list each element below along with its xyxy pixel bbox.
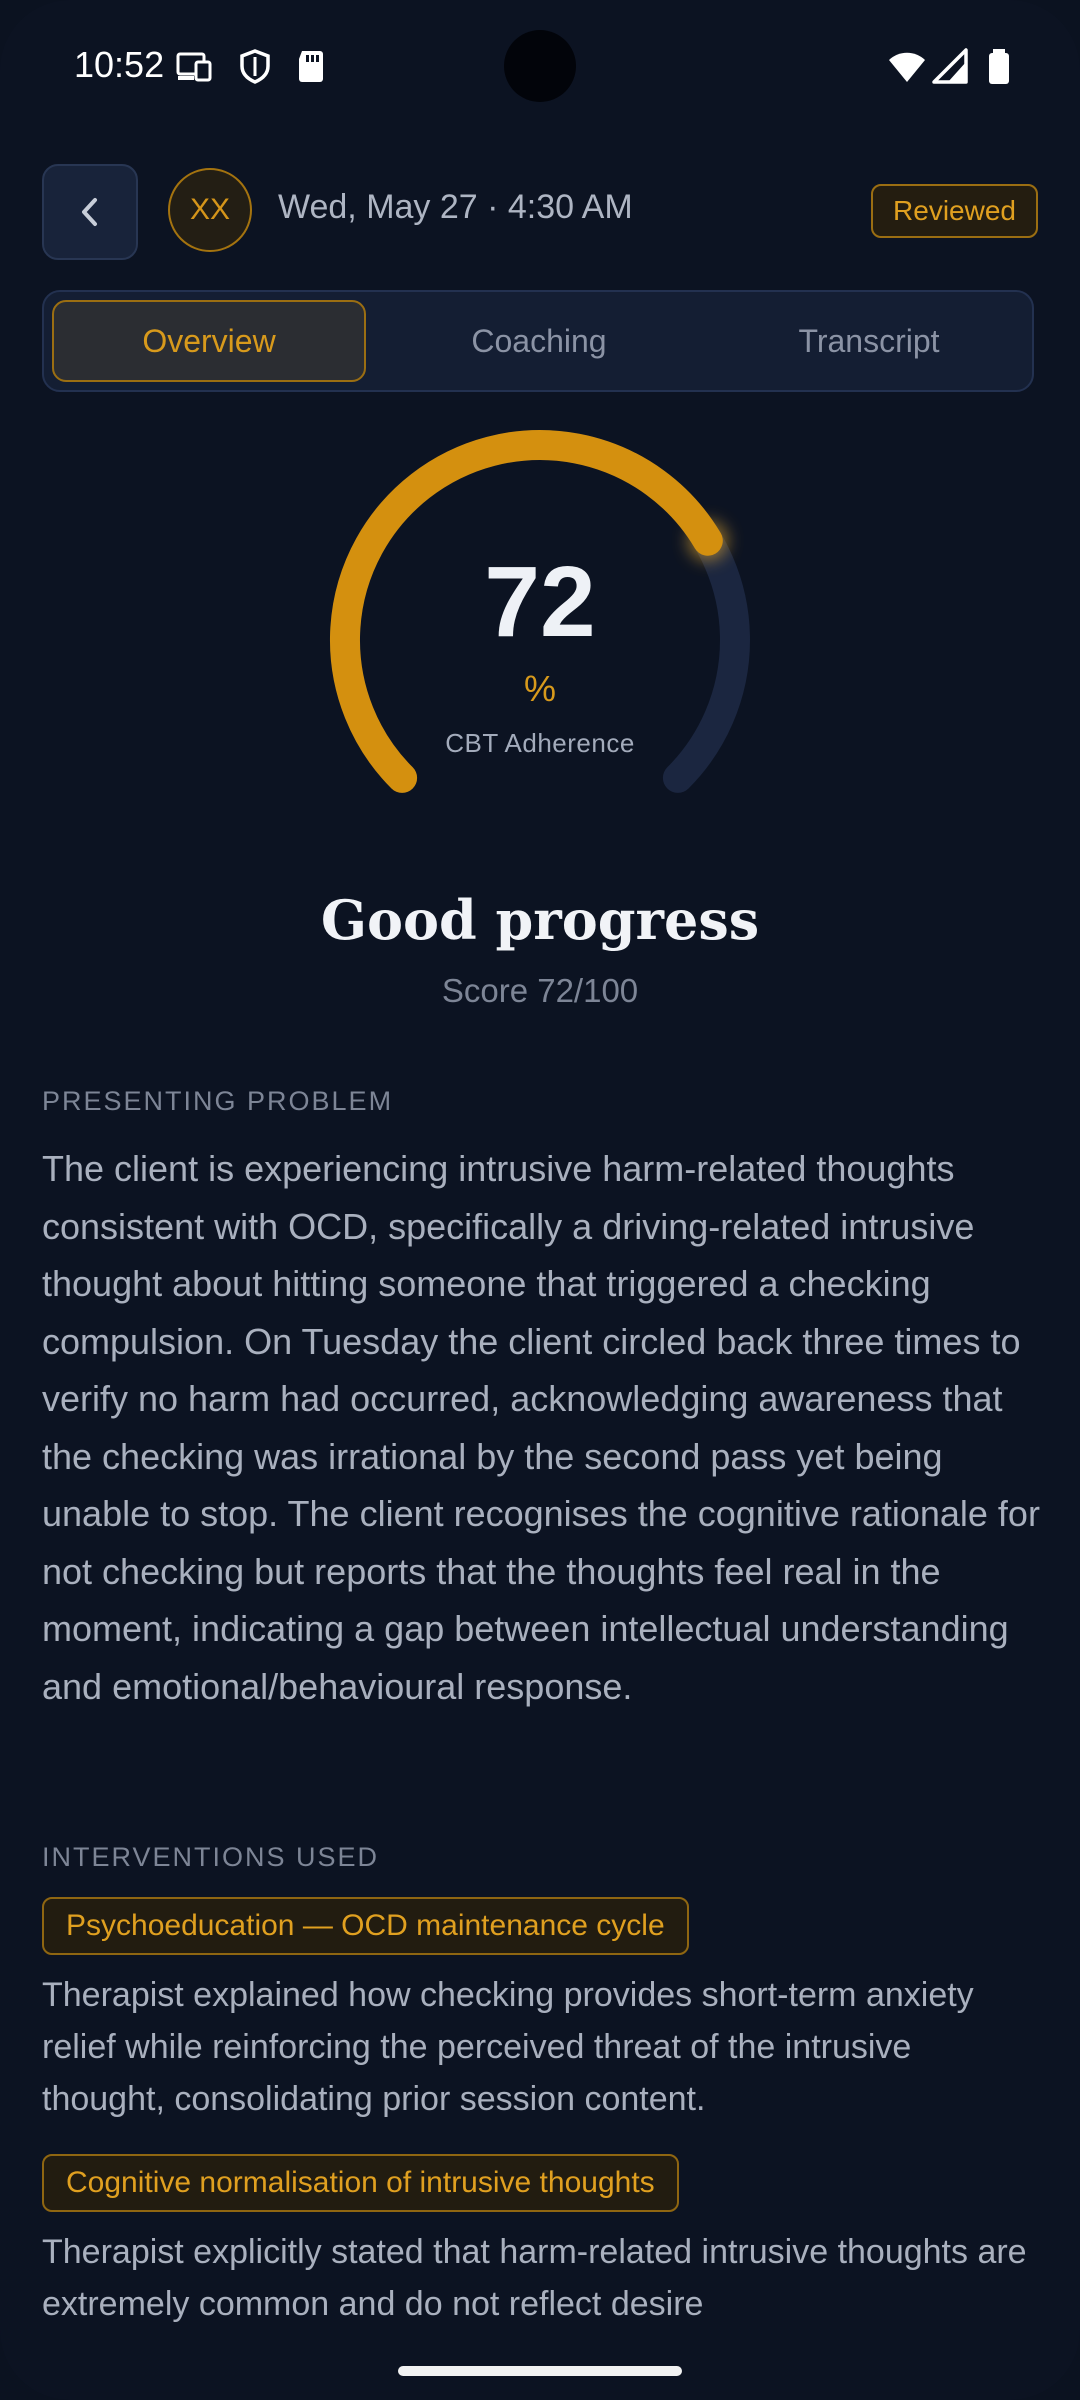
shield-icon xyxy=(240,49,270,84)
intervention-text: Therapist explained how checking provide… xyxy=(42,1976,974,2118)
wifi-icon xyxy=(889,52,925,82)
tab-coaching[interactable]: Coaching xyxy=(382,300,696,382)
battery-icon xyxy=(989,49,1009,84)
verdict-heading: Good progress xyxy=(320,888,760,952)
app-screen: 10:52 XX Wed, May 27 · 4:30 AM Reviewed … xyxy=(0,0,1080,2400)
chevron-left-icon xyxy=(82,198,97,226)
camera-cutout xyxy=(504,30,576,102)
score-line: Score 72/100 xyxy=(441,972,639,1009)
signal-icon xyxy=(932,48,968,84)
tab-bar: Overview Coaching Transcript xyxy=(42,290,1034,392)
intervention-chip: Psychoeducation — OCD maintenance cycle xyxy=(42,1897,689,1955)
status-time: 10:52 xyxy=(74,44,165,85)
session-date: Wed, May 27 · 4:30 AM xyxy=(278,188,633,226)
status-badge: Reviewed xyxy=(871,184,1038,238)
avatar: XX xyxy=(168,168,252,252)
score-unit: % xyxy=(523,668,556,709)
presenting-problem-text: The client is experiencing intrusive har… xyxy=(42,1148,1040,1707)
presenting-problem-label: PRESENTING PROBLEM xyxy=(42,1086,394,1116)
intervention-chip: Cognitive normalisation of intrusive tho… xyxy=(42,2154,679,2212)
intervention-text: Therapist explicitly stated that harm-re… xyxy=(42,2233,1027,2323)
cast-devices-icon xyxy=(176,52,212,82)
score-value: 72 xyxy=(484,546,596,658)
home-indicator[interactable] xyxy=(398,2366,682,2376)
tab-overview[interactable]: Overview xyxy=(52,300,366,382)
tab-transcript[interactable]: Transcript xyxy=(712,300,1026,382)
score-caption: CBT Adherence xyxy=(445,728,635,758)
interventions-label: INTERVENTIONS USED xyxy=(42,1842,380,1872)
back-button[interactable] xyxy=(42,164,138,260)
sd-card-icon xyxy=(299,51,323,82)
